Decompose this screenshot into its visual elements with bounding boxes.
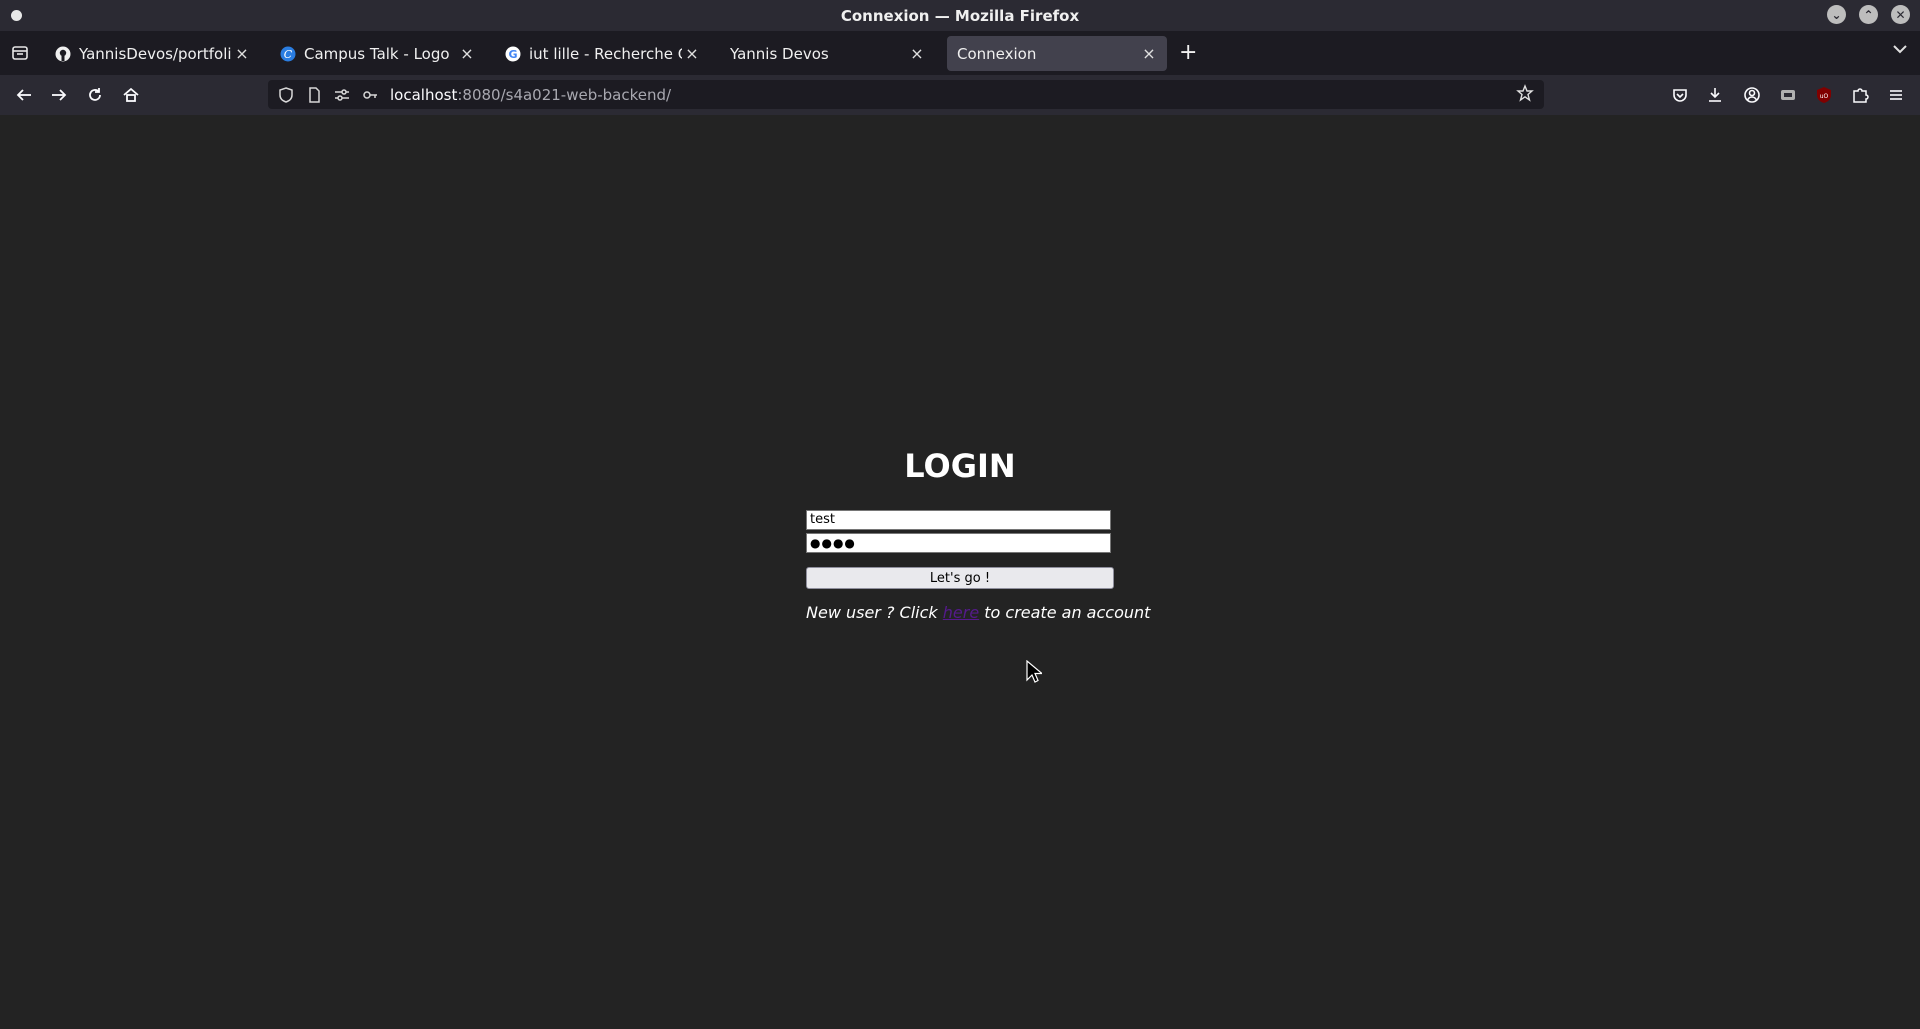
url-text: localhost:8080/s4a021-web-backend/ [390, 86, 671, 104]
minimize-icon[interactable]: ⌄ [1827, 5, 1846, 24]
tab-campus-talk[interactable]: C Campus Talk - Logo × [270, 36, 485, 71]
downloads-icon[interactable] [1704, 84, 1726, 106]
tracking-protection-shield-icon[interactable] [276, 85, 296, 105]
tab-yannis-devos[interactable]: Yannis Devos × [720, 36, 935, 71]
tab-label: iut lille - Recherche Googl [529, 44, 682, 63]
page-content: LOGIN test ●●●● Let's go ! New user ? Cl… [0, 115, 1920, 1029]
back-icon[interactable] [13, 84, 35, 106]
container-extension-icon[interactable] [1777, 84, 1799, 106]
tab-google-search[interactable]: G iut lille - Recherche Googl × [495, 36, 710, 71]
tab-strip: YannisDevos/portfolio: Th × C Campus Tal… [0, 31, 1920, 75]
navigation-toolbar: localhost:8080/s4a021-web-backend/ uO [0, 75, 1920, 115]
signup-suffix: to create an account [979, 603, 1151, 622]
pocket-icon[interactable] [1669, 84, 1691, 106]
reload-icon[interactable] [84, 84, 106, 106]
close-tab-icon[interactable]: × [457, 44, 477, 63]
hamburger-menu-icon[interactable] [1885, 84, 1907, 106]
tab-label: Connexion [957, 44, 1037, 63]
bookmark-star-icon[interactable] [1516, 84, 1536, 104]
permissions-icon[interactable] [332, 85, 352, 105]
github-icon [55, 46, 71, 62]
account-icon[interactable] [1741, 84, 1763, 106]
signup-link[interactable]: here [943, 603, 979, 622]
login-submit-button[interactable]: Let's go ! [806, 567, 1114, 589]
tab-label: YannisDevos/portfolio: Th [79, 44, 232, 63]
maximize-icon[interactable]: ⌃ [1859, 5, 1878, 24]
tab-label: Yannis Devos [730, 44, 829, 63]
tab-github[interactable]: YannisDevos/portfolio: Th × [45, 36, 260, 71]
window-controls: ⌄ ⌃ ✕ [1827, 5, 1910, 24]
close-tab-icon[interactable]: × [907, 44, 927, 63]
close-tab-icon[interactable]: × [1139, 44, 1159, 63]
tab-connexion[interactable]: Connexion × [947, 36, 1167, 71]
close-tab-icon[interactable]: × [232, 44, 252, 63]
password-input[interactable]: ●●●● [806, 533, 1111, 553]
saved-login-key-icon[interactable] [360, 85, 380, 105]
canva-icon: C [280, 46, 296, 62]
home-icon[interactable] [120, 84, 142, 106]
page-info-icon[interactable] [304, 85, 324, 105]
svg-text:G: G [508, 48, 517, 61]
close-window-icon[interactable]: ✕ [1891, 5, 1910, 24]
address-bar[interactable]: localhost:8080/s4a021-web-backend/ [268, 80, 1544, 109]
url-path: :8080/s4a021-web-backend/ [457, 85, 672, 104]
window-titlebar: Connexion — Mozilla Firefox ⌄ ⌃ ✕ [0, 0, 1920, 31]
google-icon: G [505, 46, 521, 62]
svg-text:uO: uO [1820, 93, 1829, 100]
mouse-cursor-icon [1026, 659, 1044, 684]
url-host: localhost [390, 85, 458, 104]
list-all-tabs-icon[interactable] [1892, 42, 1908, 58]
new-tab-icon[interactable]: + [1179, 40, 1197, 65]
signup-prefix: New user ? Click [806, 603, 943, 622]
tab-label: Campus Talk - Logo [304, 44, 450, 63]
close-tab-icon[interactable]: × [682, 44, 702, 63]
page-title: LOGIN [904, 447, 1016, 485]
firefox-view-icon[interactable] [10, 43, 30, 63]
ublock-origin-icon[interactable]: uO [1813, 84, 1835, 106]
extensions-puzzle-icon[interactable] [1849, 84, 1871, 106]
window-title: Connexion — Mozilla Firefox [840, 6, 1080, 25]
signup-prompt: New user ? Click here to create an accou… [806, 603, 1150, 622]
svg-text:C: C [284, 48, 293, 61]
username-input[interactable]: test [806, 510, 1111, 530]
forward-icon[interactable] [48, 84, 70, 106]
window-menu-icon[interactable] [11, 10, 22, 21]
